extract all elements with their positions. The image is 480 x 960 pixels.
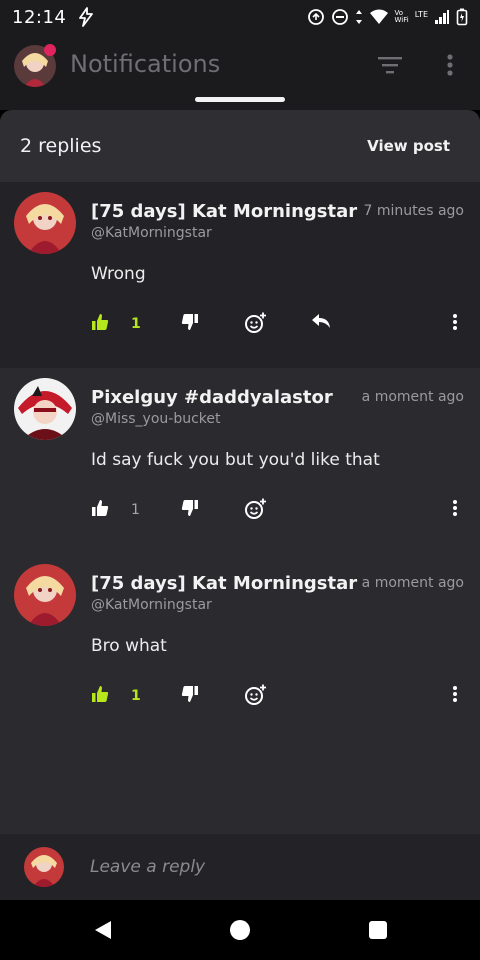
do-not-disturb-icon [331, 9, 348, 25]
like-button[interactable] [90, 684, 110, 704]
author-name[interactable]: [75 days] Kat Morningstar [91, 573, 357, 594]
add-reaction-button[interactable] [244, 312, 266, 334]
thumbs-up-icon [92, 314, 109, 330]
author-handle: @Miss_you-bucket [91, 411, 221, 427]
comment-text: Bro what [91, 636, 167, 656]
network-label-bottom: WiFi [394, 16, 409, 24]
sheet-drag-handle[interactable] [195, 97, 285, 102]
wifi-icon [369, 9, 388, 24]
cell-signal-icon [435, 10, 449, 24]
like-count: 1 [131, 502, 140, 518]
more-vert-icon [453, 500, 457, 516]
avatar[interactable] [14, 564, 76, 626]
app-bar: Notifications [0, 34, 480, 110]
comment-text: Wrong [91, 264, 146, 284]
back-icon[interactable] [93, 920, 113, 940]
thumbs-up-icon [92, 686, 109, 702]
add-reaction-icon [245, 312, 266, 333]
more-vert-icon [453, 314, 457, 330]
timestamp: a moment ago [361, 575, 464, 591]
comment-more-button[interactable] [445, 498, 465, 518]
add-reaction-icon [245, 684, 266, 705]
status-time: 12:14 [12, 6, 67, 28]
home-icon[interactable] [230, 920, 250, 940]
data-arrows-icon [355, 10, 362, 24]
replies-count: 2 replies [20, 135, 102, 157]
author-name[interactable]: [75 days] Kat Morningstar [91, 201, 357, 222]
dislike-button[interactable] [180, 312, 200, 332]
more-vert-icon [453, 686, 457, 702]
page-title: Notifications [70, 50, 221, 78]
bolt-notification-icon [79, 7, 94, 27]
thumbs-up-icon [92, 500, 109, 516]
replies-sheet: 2 replies View post [75 days] Kat Mornin… [0, 110, 480, 900]
avatar[interactable] [14, 378, 76, 440]
comment-actions: 1 [0, 498, 480, 528]
network-type-label: Vo WiFi [395, 10, 409, 24]
author-handle: @KatMorningstar [91, 597, 212, 613]
dislike-button[interactable] [180, 498, 200, 518]
comment-item: [75 days] Kat Morningstar a moment ago @… [0, 554, 480, 740]
comment-more-button[interactable] [445, 312, 465, 332]
recent-apps-icon[interactable] [369, 921, 387, 939]
timestamp: a moment ago [361, 389, 464, 405]
thumbs-down-icon [181, 686, 198, 702]
comment-more-button[interactable] [445, 684, 465, 704]
reply-button[interactable] [310, 312, 332, 330]
like-count: 1 [131, 688, 141, 704]
comment-actions: 1 [0, 684, 480, 714]
battery-icon [456, 8, 468, 26]
more-vert-icon[interactable] [440, 52, 460, 78]
avatar[interactable] [14, 192, 76, 254]
add-reaction-button[interactable] [244, 684, 266, 706]
comment-item: [75 days] Kat Morningstar 7 minutes ago … [0, 182, 480, 368]
sync-icon [307, 9, 324, 25]
avatar [24, 847, 64, 887]
reply-bar: Leave a reply [0, 834, 480, 900]
lte-label: LTE [414, 10, 428, 19]
add-reaction-icon [245, 498, 266, 519]
reply-input[interactable]: Leave a reply [90, 857, 450, 877]
system-nav-bar [0, 900, 480, 960]
thumbs-down-icon [181, 314, 198, 330]
comment-actions: 1 [0, 312, 480, 342]
like-button[interactable] [90, 498, 110, 518]
comment-item: Pixelguy #daddyalastor a moment ago @Mis… [0, 368, 480, 554]
add-reaction-button[interactable] [244, 498, 266, 520]
reply-arrow-icon [312, 314, 330, 328]
author-handle: @KatMorningstar [91, 225, 212, 241]
like-count: 1 [131, 316, 141, 332]
filter-icon[interactable] [376, 54, 404, 76]
sheet-header: 2 replies View post [0, 110, 480, 182]
timestamp: 7 minutes ago [363, 203, 464, 219]
dislike-button[interactable] [180, 684, 200, 704]
like-button[interactable] [90, 312, 110, 332]
status-bar: 12:14 Vo WiFi LTE [0, 0, 480, 34]
view-post-button[interactable]: View post [367, 137, 460, 155]
thumbs-down-icon [181, 500, 198, 516]
author-name[interactable]: Pixelguy #daddyalastor [91, 387, 333, 408]
notification-badge [44, 44, 56, 56]
comment-text: Id say fuck you but you'd like that [91, 450, 380, 470]
